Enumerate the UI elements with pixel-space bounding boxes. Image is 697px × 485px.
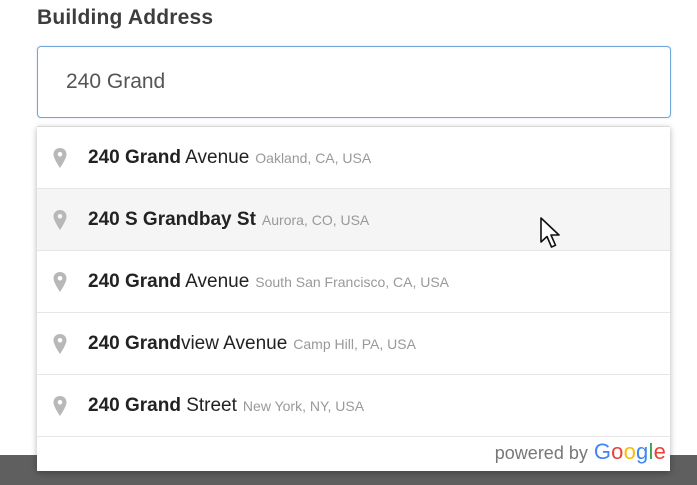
google-logo: Google <box>593 439 666 464</box>
suggestion-secondary-text: New York, NY, USA <box>242 397 365 414</box>
suggestion-match-text: 240 Grand <box>88 146 181 168</box>
suggestion-main-text: 240 Grand Avenue <box>88 147 249 169</box>
powered-by-text: powered by <box>494 443 588 463</box>
suggestion-match-text: 240 S Grandbay St <box>88 208 256 230</box>
suggestion-match-text: 240 Grand <box>88 394 181 416</box>
suggestion-secondary-text: Aurora, CO, USA <box>261 211 370 228</box>
suggestion-rest-text: view Avenue <box>180 332 288 354</box>
autocomplete-dropdown: 240 Grand Avenue Oakland, CA, USA 240 S … <box>37 126 670 471</box>
powered-by-google: powered by Google <box>495 439 666 465</box>
map-pin-icon <box>53 147 67 168</box>
map-pin-icon <box>53 395 67 416</box>
suggestion-item[interactable]: 240 Grand Avenue Oakland, CA, USA <box>37 127 670 189</box>
suggestion-main-text: 240 Grand Avenue <box>88 271 249 293</box>
map-pin-icon <box>53 333 67 354</box>
mouse-pointer-icon <box>540 217 560 248</box>
suggestion-main-text: 240 Grandview Avenue <box>88 333 287 355</box>
building-address-label: Building Address <box>37 6 214 29</box>
suggestion-match-text: 240 Grand <box>88 270 181 292</box>
suggestion-item[interactable]: 240 Grand Street New York, NY, USA <box>37 375 670 437</box>
suggestion-item[interactable]: 240 Grandview Avenue Camp Hill, PA, USA <box>37 313 670 375</box>
suggestion-item[interactable]: 240 S Grandbay St Aurora, CO, USA <box>37 189 670 251</box>
suggestion-item[interactable]: 240 Grand Avenue South San Francisco, CA… <box>37 251 670 313</box>
map-pin-icon <box>53 209 67 230</box>
suggestion-match-text: 240 Grand <box>88 332 181 354</box>
map-pin-icon <box>53 271 67 292</box>
building-address-input[interactable] <box>37 46 671 118</box>
suggestion-secondary-text: Camp Hill, PA, USA <box>293 335 416 352</box>
suggestion-secondary-text: Oakland, CA, USA <box>255 149 372 166</box>
suggestion-main-text: 240 S Grandbay St <box>88 209 256 231</box>
suggestion-rest-text: Avenue <box>180 146 250 168</box>
suggestion-rest-text: Avenue <box>180 270 250 292</box>
address-autocomplete-panel: Building Address 240 Grand Avenue Oaklan… <box>0 0 697 485</box>
suggestion-secondary-text: South San Francisco, CA, USA <box>255 273 450 290</box>
suggestion-main-text: 240 Grand Street <box>88 395 237 417</box>
suggestion-rest-text: Street <box>180 394 237 416</box>
